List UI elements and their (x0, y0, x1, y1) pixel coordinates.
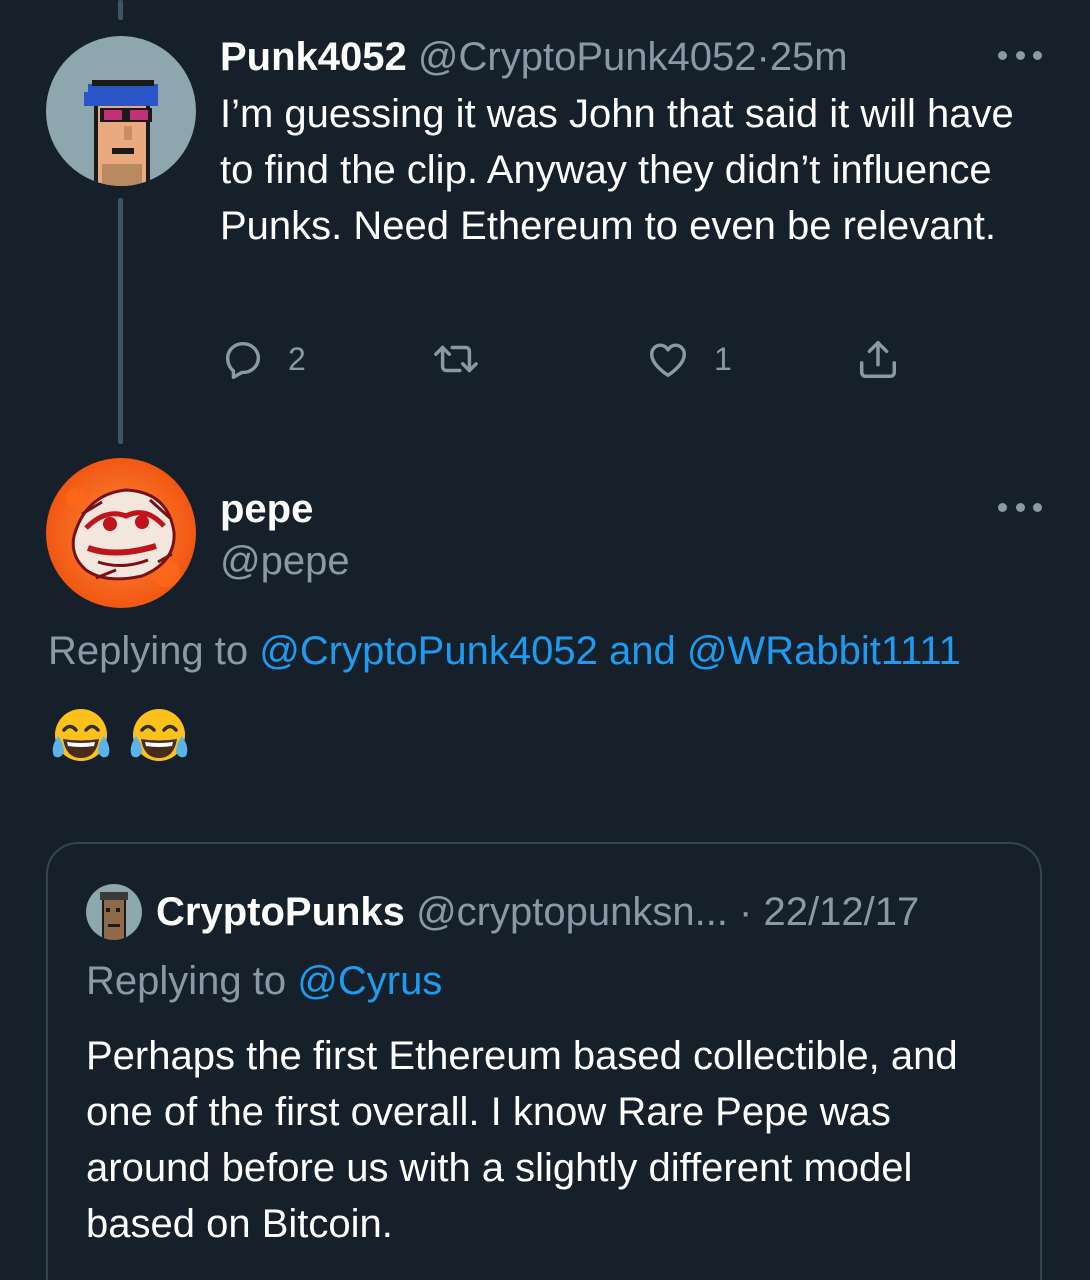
author-name[interactable]: Punk4052 (220, 35, 407, 79)
replying-and[interactable]: and (609, 629, 676, 673)
share-icon (859, 340, 897, 378)
separator: · (756, 35, 770, 79)
author-handle[interactable]: @CryptoPunk4052 (418, 35, 757, 79)
separator: · (739, 890, 753, 934)
quoted-tweet-header: CryptoPunks @cryptopunksn... · 22/12/17 (86, 884, 919, 940)
like-icon (649, 343, 687, 378)
tweet-text: I’m guessing it was John that said it wi… (220, 92, 1014, 248)
quoted-date[interactable]: 22/12/17 (764, 887, 920, 937)
reply-button[interactable]: 2 (220, 336, 306, 382)
share-button[interactable] (854, 336, 902, 382)
replying-to: Replying to @CryptoPunk4052 and @WRabbit… (48, 626, 961, 676)
like-button[interactable]: 1 (644, 336, 732, 382)
thread-line (118, 0, 123, 20)
like-count: 1 (714, 340, 732, 377)
mention-link[interactable]: @WRabbit1111 (687, 629, 961, 673)
quoted-replying-to: Replying to @Cyrus (86, 956, 442, 1006)
thread-line (118, 198, 123, 444)
more-icon[interactable] (998, 48, 1042, 62)
tears-of-joy-emoji-icon (130, 709, 188, 761)
avatar-cryptopunks[interactable] (86, 884, 142, 940)
replying-label: Replying to (86, 959, 287, 1003)
avatar-punk4052[interactable] (46, 36, 196, 186)
retweet-button[interactable] (430, 336, 482, 382)
quoted-tweet-text: Perhaps the first Ethereum based collect… (86, 1034, 958, 1246)
quoted-author-name[interactable]: CryptoPunks (156, 887, 405, 937)
timestamp[interactable]: 25m (770, 35, 848, 79)
tweet-text (48, 704, 192, 770)
retweet-icon (434, 345, 478, 373)
reply-icon (225, 341, 261, 379)
tears-of-joy-emoji-icon (52, 709, 110, 761)
tweet-header: Punk4052 @CryptoPunk4052·25m (220, 32, 848, 82)
tweet-thread: Punk4052 @CryptoPunk4052·25m I’m guessin… (0, 0, 1090, 1280)
more-icon[interactable] (998, 500, 1042, 514)
author-handle[interactable]: @pepe (220, 536, 350, 586)
mention-link[interactable]: @CryptoPunk4052 (259, 629, 598, 673)
avatar-pepe[interactable] (46, 458, 196, 608)
replying-label: Replying to (48, 629, 249, 673)
quoted-author-handle[interactable]: @cryptopunksn... (416, 887, 728, 937)
reply-count: 2 (288, 340, 306, 377)
mention-link[interactable]: @Cyrus (297, 959, 442, 1003)
author-name[interactable]: pepe (220, 484, 313, 534)
